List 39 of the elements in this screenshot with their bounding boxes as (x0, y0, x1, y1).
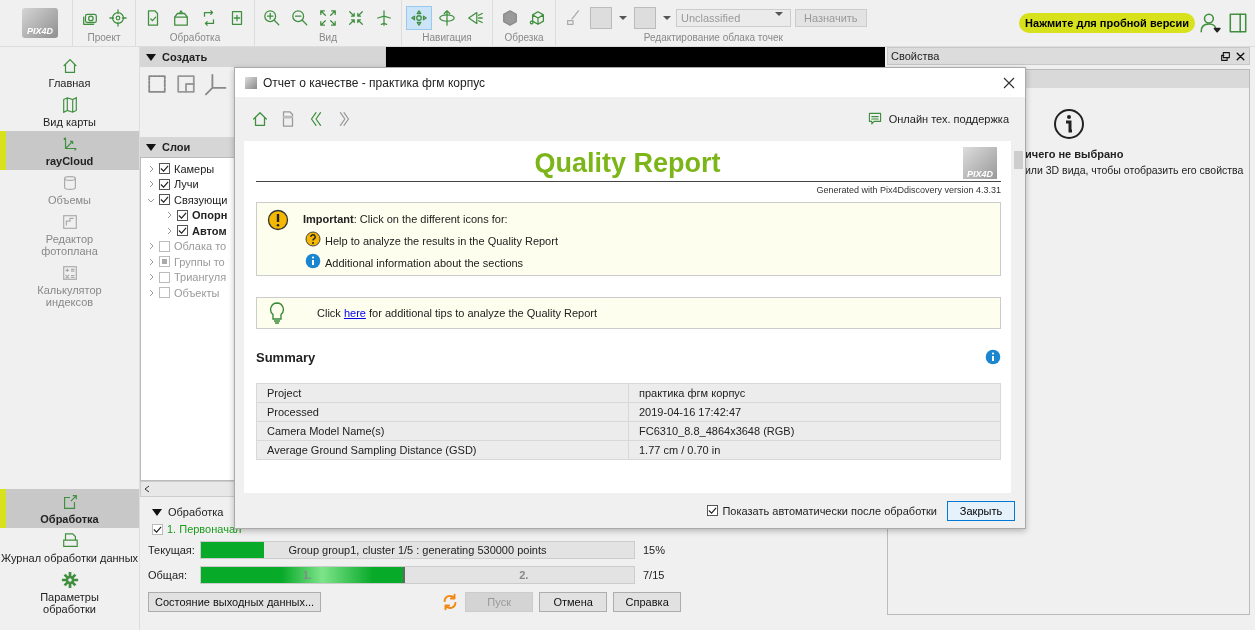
empty-heading: ичего не выбрано (1025, 148, 1124, 160)
progress-reading: 7/15 (643, 569, 665, 581)
table-cell: практика фгм корпус (628, 383, 1001, 403)
layer-label: Опорн (192, 209, 228, 222)
group-label: Обработка (169, 32, 221, 43)
group-label: Редактирование облака точек (643, 32, 783, 43)
layer-label: Объекты (174, 286, 220, 299)
logo: PIX4D (22, 8, 58, 38)
layer-label: Камеры (174, 162, 215, 175)
layer-label: Триангуля (174, 271, 227, 284)
legend-text: Additional information about the sections (325, 257, 524, 269)
progress-reading: 15% (643, 544, 666, 556)
section-title: Summary (256, 349, 316, 365)
report-title: Quality Report (533, 147, 722, 179)
panel-title: Свойства (891, 50, 940, 62)
important-text: Important: Click on the different icons for: (303, 213, 509, 225)
progress-label: Общая: (148, 569, 189, 581)
progress-text: Group group1, cluster 1/5 : generating 530000 points (287, 544, 548, 556)
checkbox-label: Показать автоматически после обработки (722, 504, 937, 517)
generated-text: Generated with Pix4Ddiscovery version 4.3.31 (815, 185, 1001, 195)
tip-text: Click here for additional tips to analyze the Quality Report (317, 307, 598, 319)
table-cell: Project (256, 383, 629, 403)
layer-label: Лучи (174, 178, 199, 191)
empty-text: или 3D вида, чтобы отобразить его свойства (1025, 164, 1244, 176)
stage-label: 1. (302, 569, 312, 581)
legend-text: Help to analyze the results in the Quality Report (325, 235, 558, 247)
group-label: Вид (318, 32, 338, 43)
stage-label: 2. (519, 569, 529, 581)
group-label: Навигация (422, 32, 472, 43)
step-label: 1. Первоначал (167, 523, 242, 535)
layer-label: Группы то (174, 255, 225, 268)
layer-label: Автом (192, 224, 227, 237)
layer-label: Облака то (174, 240, 227, 253)
progress-label: Текущая: (148, 544, 196, 556)
group-label: Обрезка (504, 32, 544, 43)
dialog-title: Отчет о качестве - практика фгм корпус (263, 75, 485, 90)
layer-label: Связующи (174, 193, 228, 206)
group-label: Проект (87, 32, 121, 43)
logo: PIX4D (963, 147, 997, 179)
